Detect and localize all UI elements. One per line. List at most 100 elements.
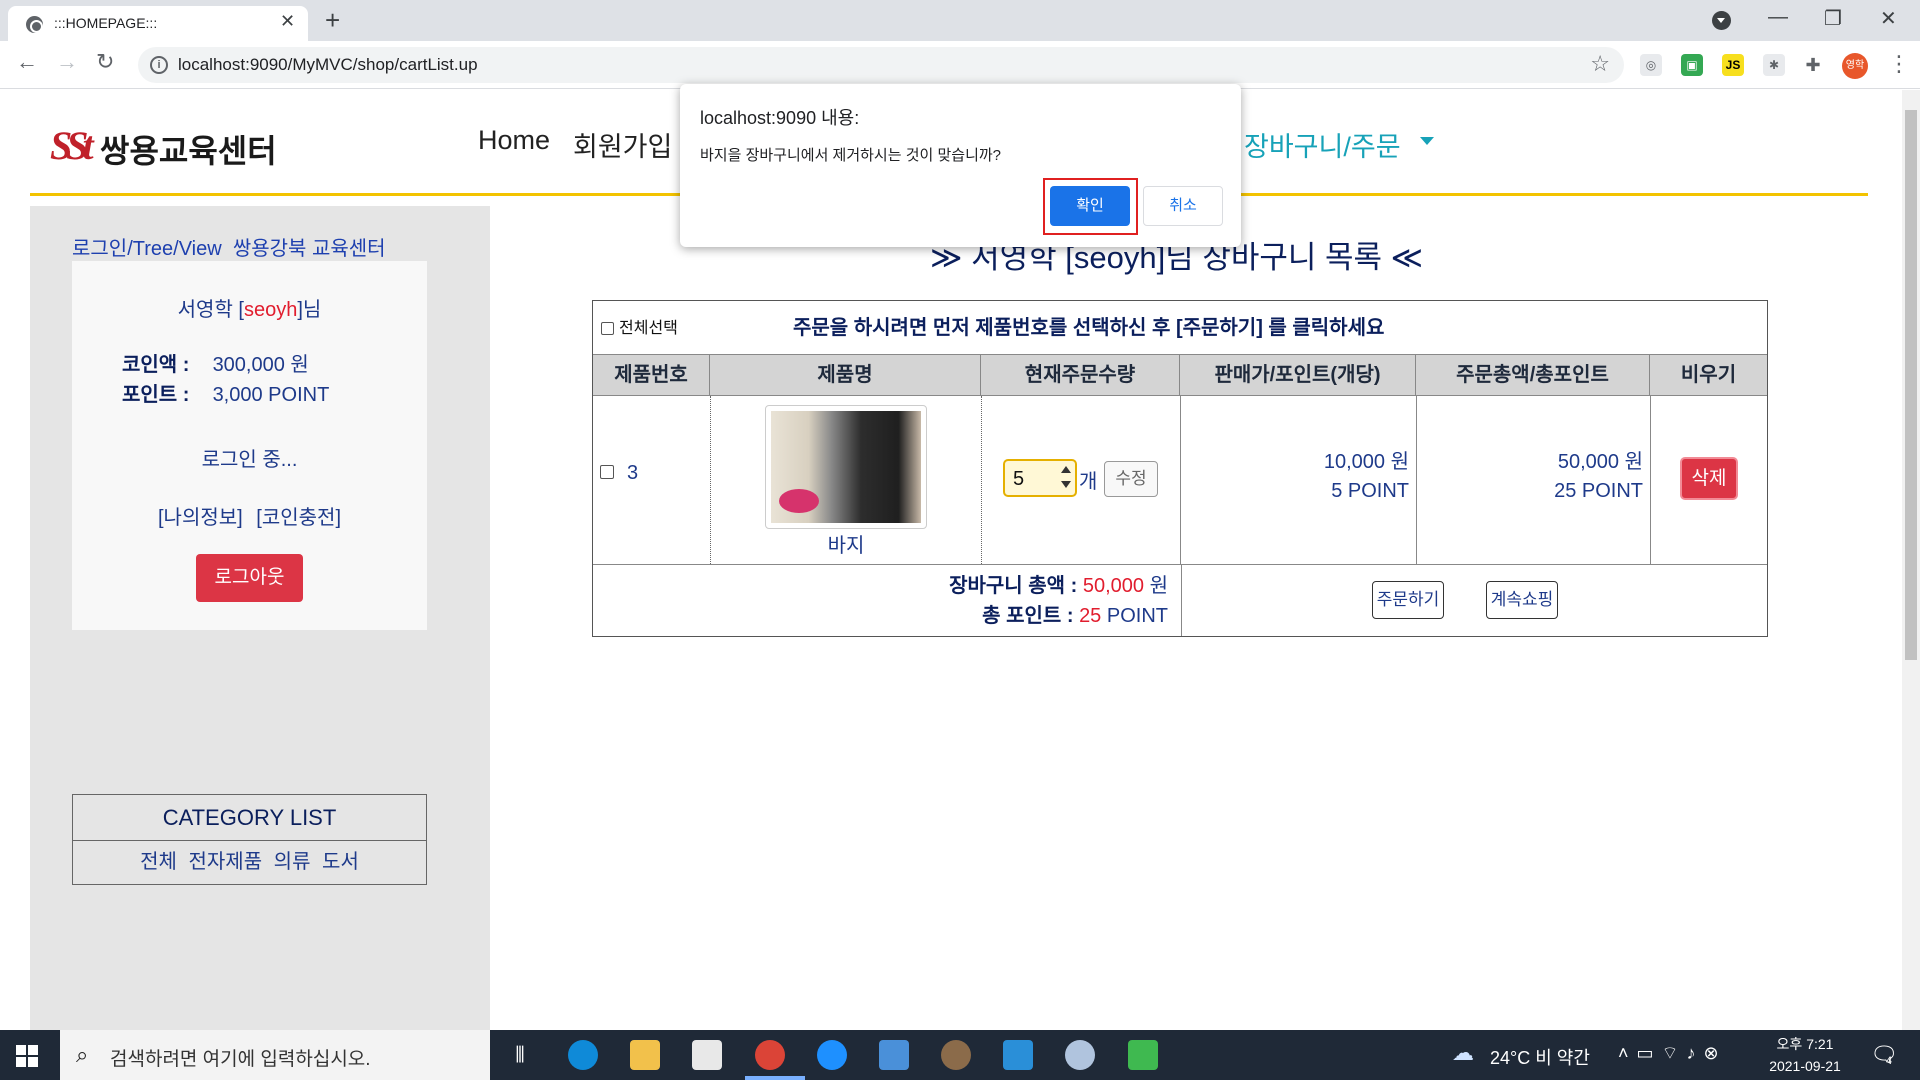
cart-instruction: 주문을 하시려면 먼저 제품번호를 선택하신 후 [주문하기] 를 클릭하세요 bbox=[793, 317, 1385, 339]
search-icon: ⌕ bbox=[76, 1042, 89, 1067]
confirm-button[interactable]: 확인 bbox=[1050, 186, 1130, 226]
profile-avatar[interactable]: 영학 bbox=[1842, 53, 1868, 79]
mail-icon[interactable] bbox=[879, 1040, 909, 1070]
category-electronics[interactable]: 전자제품 bbox=[189, 851, 263, 873]
clock-date: 2021-09-21 bbox=[1769, 1058, 1841, 1074]
column-divider bbox=[710, 396, 711, 564]
clock-time: 오후 7:21 bbox=[1776, 1036, 1834, 1052]
select-all[interactable]: 전체선택 bbox=[601, 314, 678, 338]
unit-price-cell: 10,000 원 5 POINT bbox=[1180, 448, 1409, 506]
bookmark-star-icon[interactable]: ☆ bbox=[1590, 51, 1610, 77]
weather-text[interactable]: 24°C 비 약간 bbox=[1490, 1044, 1590, 1070]
tab-search-icon[interactable] bbox=[1712, 11, 1731, 30]
continue-shopping-button[interactable]: 계속쇼핑 bbox=[1486, 581, 1558, 619]
paint-icon[interactable] bbox=[1065, 1040, 1095, 1070]
user-name: 서영학 bbox=[177, 299, 233, 321]
new-tab-button[interactable]: + bbox=[325, 5, 340, 36]
point-total-unit: POINT bbox=[1106, 605, 1168, 627]
category-items: 전체 전자제품 의류 도서 bbox=[73, 841, 426, 884]
delete-button[interactable]: 삭제 bbox=[1680, 457, 1738, 500]
edge-icon[interactable] bbox=[568, 1040, 598, 1070]
logo-mark[interactable]: SSt bbox=[50, 122, 94, 169]
scrollbar-thumb[interactable] bbox=[1905, 110, 1917, 660]
order-button[interactable]: 주문하기 bbox=[1372, 581, 1444, 619]
breadcrumb: 로그인/Tree/View 쌍용강북 교육센터 bbox=[72, 232, 386, 261]
notification-icon[interactable]: 🗨 bbox=[1870, 1042, 1898, 1068]
photos-icon[interactable] bbox=[1003, 1040, 1033, 1070]
minimize-icon[interactable]: — bbox=[1768, 6, 1788, 29]
notification-count: 4 bbox=[1886, 1055, 1893, 1067]
row-divider bbox=[593, 564, 1767, 565]
file-explorer-icon[interactable] bbox=[630, 1040, 660, 1070]
weather-icon[interactable]: ☁ bbox=[1452, 1040, 1474, 1066]
nav-home[interactable]: Home bbox=[478, 125, 550, 156]
category-all[interactable]: 전체 bbox=[140, 851, 177, 873]
logout-button[interactable]: 로그아웃 bbox=[196, 554, 303, 602]
center-link[interactable]: 쌍용강북 교육센터 bbox=[233, 238, 386, 260]
coin-label: 코인액 : bbox=[122, 354, 190, 376]
browser-tab[interactable]: :::HOMEPAGE::: ✕ bbox=[8, 6, 308, 41]
user-greeting: 서영학 [seoyh]님 bbox=[177, 299, 322, 321]
cancel-button[interactable]: 취소 bbox=[1143, 186, 1223, 226]
unit-point: 5 POINT bbox=[1331, 480, 1409, 502]
nav-signup[interactable]: 회원가입 bbox=[573, 125, 672, 164]
my-info-link[interactable]: [나의정보] bbox=[158, 507, 243, 529]
product-checkbox[interactable] bbox=[600, 465, 614, 479]
coin-value: 300,000 원 bbox=[212, 354, 309, 376]
search-placeholder: 검색하려면 여기에 입력하십시오. bbox=[110, 1049, 371, 1070]
site-info-icon[interactable]: i bbox=[150, 56, 168, 74]
media-icon[interactable] bbox=[1128, 1040, 1158, 1070]
active-app-indicator bbox=[745, 1076, 805, 1080]
logo-text[interactable]: 쌍용교육센터 bbox=[100, 126, 277, 172]
globe-icon bbox=[26, 16, 43, 33]
address-bar[interactable]: i localhost:9090/MyMVC/shop/cartList.up … bbox=[138, 47, 1624, 83]
restore-icon[interactable]: ❐ bbox=[1824, 6, 1842, 31]
extension-icon[interactable]: ◎ bbox=[1640, 54, 1662, 76]
header-unit-price: 판매가/포인트(개당) bbox=[1180, 355, 1416, 395]
browser-toolbar: ← → ↻ i localhost:9090/MyMVC/shop/cartLi… bbox=[0, 41, 1920, 89]
select-all-checkbox[interactable] bbox=[601, 322, 614, 335]
chevron-down-icon[interactable] bbox=[1420, 137, 1434, 145]
breadcrumb-path: 로그인/Tree/View bbox=[72, 238, 222, 260]
table-header: 제품번호 제품명 현재주문수량 판매가/포인트(개당) 주문총액/총포인트 비우… bbox=[593, 354, 1767, 396]
product-image[interactable] bbox=[765, 405, 927, 529]
tab-title: :::HOMEPAGE::: bbox=[54, 15, 158, 31]
taskbar-search[interactable]: ⌕ 검색하려면 여기에 입력하십시오. bbox=[60, 1030, 490, 1080]
nav-cart-order[interactable]: 장바구니/주문 bbox=[1244, 125, 1401, 164]
product-name[interactable]: 바지 bbox=[765, 529, 927, 558]
tab-close-icon[interactable]: ✕ bbox=[280, 11, 295, 32]
store-icon[interactable] bbox=[692, 1040, 722, 1070]
puzzle-extensions-icon[interactable]: ✚ bbox=[1802, 54, 1824, 76]
back-icon[interactable]: ← bbox=[16, 49, 38, 75]
ie-icon[interactable] bbox=[817, 1040, 847, 1070]
clock[interactable]: 오후 7:21 2021-09-21 bbox=[1760, 1033, 1850, 1077]
browser-tab-bar: :::HOMEPAGE::: ✕ + — ❐ ✕ bbox=[0, 0, 1920, 41]
task-view-icon[interactable]: ⫴ bbox=[505, 1040, 535, 1070]
forward-icon[interactable]: → bbox=[56, 49, 78, 75]
js-extension-icon[interactable]: JS bbox=[1722, 54, 1744, 76]
category-books[interactable]: 도서 bbox=[322, 851, 359, 873]
bug-extension-icon[interactable]: ✱ bbox=[1763, 54, 1785, 76]
edit-quantity-button[interactable]: 수정 bbox=[1104, 461, 1158, 497]
extension-icon[interactable]: ▣ bbox=[1681, 54, 1703, 76]
user-id: seoyh bbox=[243, 299, 298, 321]
column-divider bbox=[1650, 396, 1651, 564]
windows-start-icon[interactable] bbox=[16, 1045, 38, 1067]
browser-menu-icon[interactable]: ⋮ bbox=[1888, 51, 1910, 77]
unit-price: 10,000 원 bbox=[1323, 451, 1409, 473]
quantity-value[interactable]: 5 bbox=[1013, 468, 1024, 491]
chrome-icon[interactable] bbox=[755, 1040, 785, 1070]
taskbar: ⌕ 검색하려면 여기에 입력하십시오. ⫴ ☁ 24°C 비 약간 ˄▭⌔♪⊗ … bbox=[0, 1030, 1920, 1080]
app-icon[interactable] bbox=[941, 1040, 971, 1070]
dialog-message: 바지을 장바구니에서 제거하시는 것이 맞습니까? bbox=[700, 147, 1002, 164]
quantity-stepper[interactable]: 5 bbox=[1003, 459, 1077, 497]
window-close-icon[interactable]: ✕ bbox=[1880, 6, 1897, 31]
spinner-icon[interactable] bbox=[1059, 463, 1073, 493]
sum-value: 50,000 bbox=[1082, 575, 1145, 597]
system-tray-icons[interactable]: ˄▭⌔♪⊗ bbox=[1618, 1042, 1727, 1065]
reload-icon[interactable]: ↻ bbox=[96, 49, 114, 75]
coin-row: 코인액 : 300,000 원 bbox=[122, 348, 309, 377]
coin-charge-link[interactable]: [코인충전] bbox=[256, 507, 341, 529]
confirm-dialog: localhost:9090 내용: 바지을 장바구니에서 제거하시는 것이 맞… bbox=[680, 84, 1241, 247]
category-clothing[interactable]: 의류 bbox=[274, 851, 311, 873]
